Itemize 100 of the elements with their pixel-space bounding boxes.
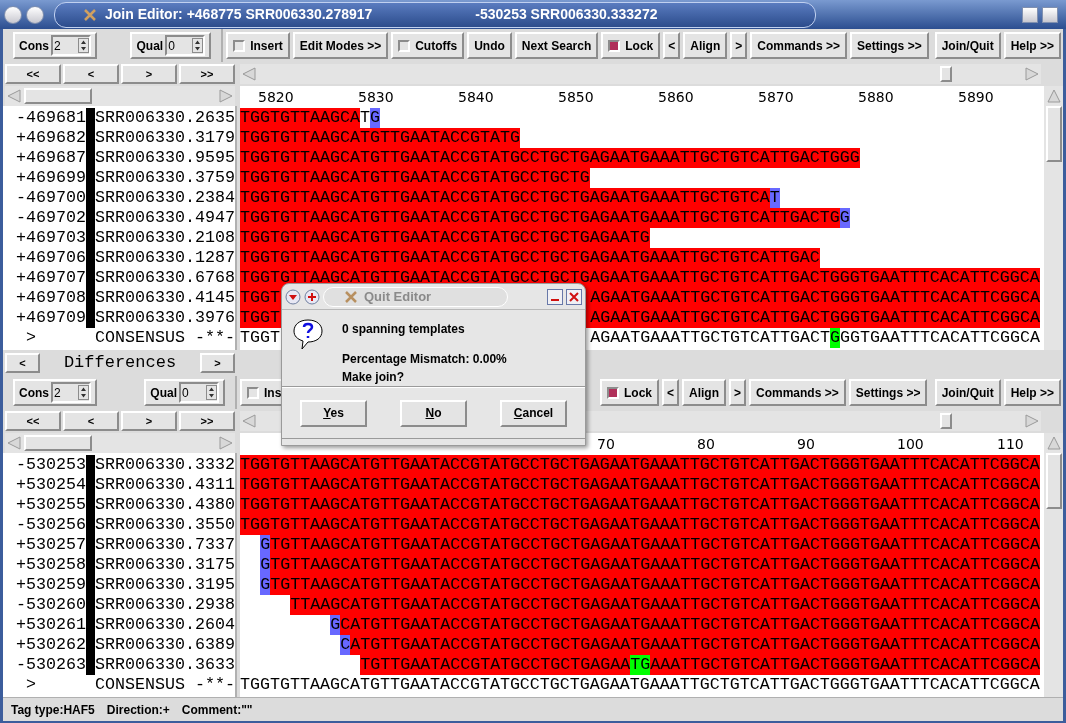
scrollbar-thumb[interactable] [24, 435, 92, 451]
read-name[interactable]: SRR006330.6389 [95, 635, 235, 655]
checkbox[interactable] [247, 386, 259, 399]
spin-field[interactable]: 2 [51, 35, 91, 56]
scroll-up-icon[interactable] [1045, 435, 1062, 451]
checkbox[interactable] [607, 386, 619, 399]
toolbar-button[interactable]: Undo [467, 32, 512, 59]
scroll-left-icon[interactable] [241, 413, 257, 429]
spinner-arrows-icon[interactable] [78, 385, 89, 400]
dialog-button[interactable]: No [400, 399, 467, 427]
minimize-icon[interactable] [547, 288, 563, 305]
toolbar-button[interactable]: Settings >> [848, 379, 928, 406]
navigation-button[interactable]: >> [179, 411, 235, 431]
spin-field[interactable]: 2 [51, 382, 91, 403]
scroll-left-icon[interactable] [6, 88, 22, 104]
navigation-button[interactable]: >> [179, 64, 235, 84]
read-name[interactable]: SRR006330.2384 [95, 188, 235, 208]
spin-field[interactable]: 0 [165, 35, 206, 56]
window-control-icon[interactable] [4, 5, 22, 24]
spinner-arrows-icon[interactable] [206, 385, 217, 400]
read-name[interactable]: SRR006330.3195 [95, 575, 235, 595]
checkbox[interactable] [608, 39, 621, 52]
read-name[interactable]: SRR006330.4380 [95, 495, 235, 515]
arrow-button[interactable]: < [663, 32, 681, 59]
navigation-button[interactable]: > [121, 411, 177, 431]
sequence-segment: TGGTGTTAAGCATGTTGAATACCGTATGCCTGCTGAGAATGAAATTGCTGTCATTGACTGGGTGAATTTCACATTCGGCA [240, 475, 1040, 495]
read-name[interactable]: SRR006330.3759 [95, 168, 235, 188]
read-name[interactable]: SRR006330.4311 [95, 475, 235, 495]
navigation-button[interactable]: < [63, 64, 119, 84]
read-name[interactable]: SRR006330.2635 [95, 108, 235, 128]
toolbar-button[interactable]: Settings >> [849, 32, 929, 59]
vertical-scrollbar[interactable] [1044, 433, 1063, 697]
arrow-button[interactable]: > [729, 379, 746, 406]
toolbar-button[interactable]: Align [682, 379, 726, 406]
read-name[interactable]: SRR006330.4947 [95, 208, 235, 228]
scrollbar[interactable] [240, 64, 1041, 84]
next-difference-button[interactable]: > [200, 353, 235, 373]
vertical-scrollbar[interactable] [1044, 86, 1063, 350]
checkbox[interactable] [233, 39, 246, 52]
navigation-button[interactable]: << [5, 64, 61, 84]
scroll-right-icon[interactable] [1024, 66, 1040, 82]
toolbar-button[interactable]: Join/Quit [934, 379, 1001, 406]
scrollbar-thumb[interactable] [24, 88, 92, 104]
checkbox-button[interactable]: Lock [600, 379, 659, 406]
read-name[interactable]: SRR006330.1287 [95, 248, 235, 268]
maximize-icon[interactable] [1022, 6, 1038, 23]
spin-field[interactable]: 0 [179, 382, 219, 403]
scrollbar[interactable] [5, 86, 235, 106]
spinner-arrows-icon[interactable] [192, 38, 204, 53]
toolbar-button[interactable]: Commands >> [750, 32, 847, 59]
toolbar-button[interactable]: Next Search [514, 32, 599, 59]
read-name[interactable]: SRR006330.2108 [95, 228, 235, 248]
arrow-button[interactable]: < [662, 379, 679, 406]
read-name[interactable]: SRR006330.4145 [95, 288, 235, 308]
read-name[interactable]: SRR006330.3633 [95, 655, 235, 675]
checkbox-button[interactable]: Lock [601, 32, 661, 59]
close-icon[interactable] [1042, 6, 1058, 23]
scrollbar-thumb[interactable] [940, 66, 952, 82]
scrollbar-thumb[interactable] [1045, 453, 1062, 509]
scrollbar-thumb[interactable] [1045, 106, 1062, 162]
toolbar-button[interactable]: Commands >> [749, 379, 846, 406]
scrollbar[interactable] [5, 433, 235, 453]
read-name[interactable]: SRR006330.6768 [95, 268, 235, 288]
toolbar-button[interactable]: Help >> [1003, 379, 1061, 406]
read-name[interactable]: SRR006330.9595 [95, 148, 235, 168]
scroll-left-icon[interactable] [241, 66, 257, 82]
toolbar-button[interactable]: Join/Quit [934, 32, 1001, 59]
checkbox-button[interactable]: Cutoffs [391, 32, 465, 59]
read-name[interactable]: SRR006330.7337 [95, 535, 235, 555]
arrow-button[interactable]: > [730, 32, 748, 59]
scroll-up-icon[interactable] [1045, 88, 1062, 104]
read-name[interactable]: SRR006330.3550 [95, 515, 235, 535]
read-name[interactable]: SRR006330.2604 [95, 615, 235, 635]
navigation-button[interactable]: > [121, 64, 177, 84]
navigation-button[interactable]: < [63, 411, 119, 431]
ruler-label: 5880 [858, 89, 894, 105]
toolbar-button[interactable]: Edit Modes >> [292, 32, 389, 59]
window-control-icon[interactable] [26, 5, 44, 24]
scroll-right-icon[interactable] [218, 88, 234, 104]
scroll-left-icon[interactable] [6, 435, 22, 451]
dialog-button[interactable]: Cancel [500, 399, 567, 427]
scroll-right-icon[interactable] [218, 435, 234, 451]
scrollbar-thumb[interactable] [940, 413, 952, 429]
menu-down-icon[interactable] [285, 288, 301, 305]
checkbox[interactable] [398, 39, 411, 52]
read-name[interactable]: SRR006330.3175 [95, 555, 235, 575]
previous-difference-button[interactable]: < [5, 353, 40, 373]
scroll-right-icon[interactable] [1024, 413, 1040, 429]
read-name[interactable]: SRR006330.3976 [95, 308, 235, 328]
dialog-button[interactable]: Yes [300, 399, 367, 427]
plus-icon[interactable] [304, 288, 320, 305]
toolbar-button[interactable]: Align [683, 32, 728, 59]
toolbar-button[interactable]: Help >> [1003, 32, 1061, 59]
navigation-button[interactable]: << [5, 411, 61, 431]
spinner-arrows-icon[interactable] [78, 38, 89, 53]
checkbox-button[interactable]: Insert [226, 32, 290, 59]
close-icon[interactable] [566, 288, 582, 305]
read-name[interactable]: SRR006330.3332 [95, 455, 235, 475]
read-name[interactable]: SRR006330.2938 [95, 595, 235, 615]
read-name[interactable]: SRR006330.3179 [95, 128, 235, 148]
